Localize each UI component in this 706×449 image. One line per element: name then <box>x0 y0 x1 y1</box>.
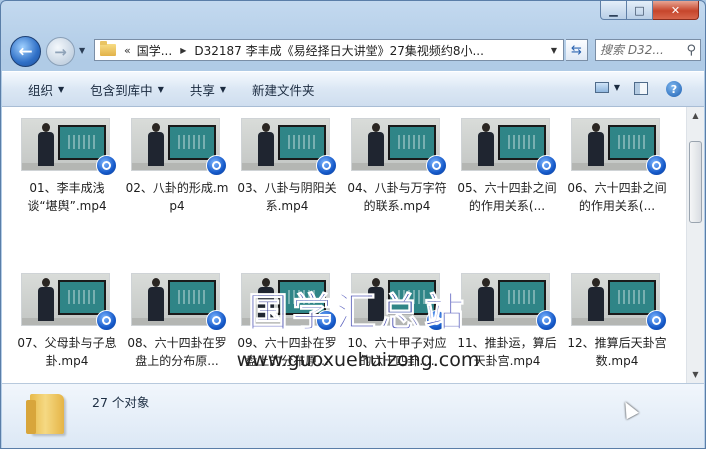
file-name: 01、李丰成浅谈“堪舆”.mp4 <box>27 181 107 213</box>
back-button[interactable]: ← <box>10 36 41 67</box>
command-bar: 组织 ▼ 包含到库中 ▼ 共享 ▼ 新建文件夹 ▼ ? <box>2 71 704 107</box>
toolbar-label: 新建文件夹 <box>252 82 315 98</box>
new-folder-button[interactable]: 新建文件夹 <box>252 80 315 99</box>
file-name: 06、六十四卦之间的作用关系(... <box>567 181 667 213</box>
vertical-scrollbar[interactable]: ▲ ▼ <box>686 107 704 383</box>
refresh-button[interactable]: ⇆ <box>566 39 588 61</box>
close-button[interactable]: ✕ <box>653 1 699 20</box>
forward-button[interactable]: → <box>46 37 75 66</box>
explorer-window: ▁ □ ✕ ← → ▼ « 国学... ▶ D32187 李丰成《易经择日大讲堂… <box>0 0 706 449</box>
breadcrumb-parent[interactable]: 国学... <box>137 42 172 59</box>
share-menu[interactable]: 共享 ▼ <box>190 80 226 99</box>
file-name: 02、八卦的形成.mp4 <box>125 181 229 213</box>
media-player-icon <box>316 310 337 331</box>
item-count: 27 个对象 <box>92 395 150 410</box>
media-player-icon <box>536 310 557 331</box>
media-player-icon <box>536 155 557 176</box>
media-player-icon <box>426 155 447 176</box>
search-icon[interactable]: ⚲ <box>686 43 696 58</box>
include-in-library-menu[interactable]: 包含到库中 ▼ <box>90 80 164 99</box>
toolbar-label: 包含到库中 <box>90 82 153 98</box>
media-player-icon <box>646 155 667 176</box>
scroll-up-icon[interactable]: ▲ <box>687 107 704 124</box>
file-name: 09、六十四卦在罗盘上的分布原... <box>237 336 337 368</box>
refresh-icon: ⇆ <box>571 42 582 58</box>
dropdown-arrow-icon: ▼ <box>219 84 227 94</box>
recent-pages-dropdown[interactable]: ▼ <box>79 46 85 55</box>
help-icon[interactable]: ? <box>666 81 682 97</box>
media-player-icon <box>316 155 337 176</box>
file-name: 11、推卦运，算后天卦宫.mp4 <box>457 336 557 368</box>
organize-menu[interactable]: 组织 ▼ <box>28 80 64 99</box>
maximize-button[interactable]: □ <box>627 1 653 20</box>
media-player-icon <box>646 310 667 331</box>
file-name: 05、六十四卦之间的作用关系(... <box>457 181 557 213</box>
breadcrumb-separator-icon[interactable]: ▶ <box>180 46 186 55</box>
scroll-down-icon[interactable]: ▼ <box>687 366 704 383</box>
file-name: 03、八卦与阴阳关系.mp4 <box>237 181 337 213</box>
folder-icon <box>26 394 64 434</box>
file-name: 07、父母卦与子息卦.mp4 <box>17 336 117 368</box>
file-name: 10、六十甲子对应的六十四卦.... <box>347 336 447 368</box>
dropdown-arrow-icon: ▼ <box>58 84 65 94</box>
preview-pane-icon[interactable] <box>634 82 648 95</box>
breadcrumb-current[interactable]: D32187 李丰成《易经择日大讲堂》27集视频约8小... <box>194 42 484 59</box>
search-input[interactable] <box>600 43 680 57</box>
media-player-icon <box>96 310 117 331</box>
media-player-icon <box>206 155 227 176</box>
minimize-button[interactable]: ▁ <box>600 1 627 20</box>
back-arrow-icon: ← <box>18 41 33 62</box>
change-view-button[interactable]: ▼ <box>594 82 620 93</box>
file-name: 04、八卦与万字符的联系.mp4 <box>347 181 447 213</box>
address-overflow-chevron[interactable]: « <box>124 44 131 57</box>
folder-icon <box>100 41 116 56</box>
media-player-icon <box>426 310 447 331</box>
media-player-icon <box>206 310 227 331</box>
dropdown-arrow-icon: ▼ <box>157 84 164 94</box>
address-dropdown-icon[interactable]: ▼ <box>551 46 557 55</box>
toolbar-label: 组织 <box>28 82 54 98</box>
details-pane: 27 个对象 <box>2 383 704 448</box>
media-player-icon <box>96 155 117 176</box>
view-icon <box>594 82 609 93</box>
address-bar[interactable]: « 国学... ▶ D32187 李丰成《易经择日大讲堂》27集视频约8小...… <box>94 39 564 61</box>
file-name: 12、推算后天卦宫数.mp4 <box>567 336 667 368</box>
search-box[interactable]: ⚲ <box>595 39 701 61</box>
dropdown-arrow-icon: ▼ <box>613 83 620 92</box>
caption-buttons: ▁ □ ✕ <box>600 1 699 20</box>
forward-arrow-icon: → <box>54 42 67 61</box>
scrollbar-thumb[interactable] <box>689 141 702 223</box>
file-name: 08、六十四卦在罗盘上的分布原... <box>127 336 227 368</box>
toolbar-label: 共享 <box>189 82 215 98</box>
file-list[interactable]: 01、李丰成浅谈“堪舆”.mp4 02、八卦的形成.mp4 03、八卦与阴阳关系.m… <box>2 107 686 383</box>
